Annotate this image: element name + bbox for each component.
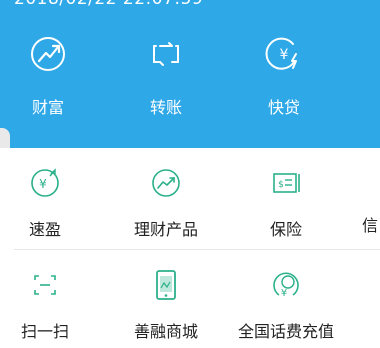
phone-recharge-icon: ¥ [273, 272, 299, 299]
header-item-transfer[interactable]: 转账 [116, 30, 216, 130]
svg-text:¥: ¥ [280, 47, 289, 63]
header-item-label: 转账 [149, 98, 182, 117]
svg-text:¥: ¥ [39, 177, 47, 191]
grid-item-label: 理财产品 [133, 220, 198, 239]
header-item-label: 快贷 [267, 98, 300, 117]
grid-item-label: 保险 [269, 220, 302, 239]
mall-phone-icon [156, 270, 176, 300]
quick-loan-icon: ¥ [265, 37, 297, 70]
grid-item-mall[interactable]: 善融商城 [111, 250, 221, 348]
grid-item-insurance[interactable]: $ 保险 [231, 148, 341, 248]
svg-text:¥: ¥ [281, 288, 287, 299]
insurance-card-icon: $ [273, 173, 300, 193]
transfer-icon [153, 42, 179, 66]
scan-icon [34, 275, 56, 295]
trend-chart-icon [152, 169, 180, 197]
grid-item-suying[interactable]: ¥ 速盈 [0, 148, 100, 248]
grid-item-label: 扫一扫 [20, 322, 69, 341]
top-banner: 2018/02/22 22:07:59 财富 转账 [0, 0, 380, 148]
header-item-wealth[interactable]: 财富 [0, 30, 98, 130]
grid-item-label: 全国话费充值 [237, 322, 334, 341]
service-grid: ¥ 速盈 理财产品 $ 保险 信 扫一扫 善融商城 ¥ 全国话费充值 [0, 148, 380, 348]
grid-item-label: 善融商城 [133, 322, 198, 341]
status-time: 2018/02/22 22:07:59 [14, 0, 203, 9]
grid-item-label: 速盈 [28, 220, 61, 239]
grid-item-partial-label[interactable]: 信 [362, 212, 378, 236]
grid-item-phone-recharge[interactable]: ¥ 全国话费充值 [231, 250, 341, 348]
header-shortcuts: 财富 转账 ¥ 快贷 [0, 30, 380, 140]
header-item-label: 财富 [31, 98, 64, 117]
yuan-exchange-icon: ¥ [31, 168, 59, 197]
grid-item-licai[interactable]: 理财产品 [111, 148, 221, 248]
grid-item-scan[interactable]: 扫一扫 [0, 250, 100, 348]
header-item-quick-loan[interactable]: ¥ 快贷 [234, 30, 334, 130]
wealth-growth-icon [31, 37, 65, 71]
svg-text:$: $ [278, 180, 284, 190]
grid-divider [14, 249, 380, 250]
